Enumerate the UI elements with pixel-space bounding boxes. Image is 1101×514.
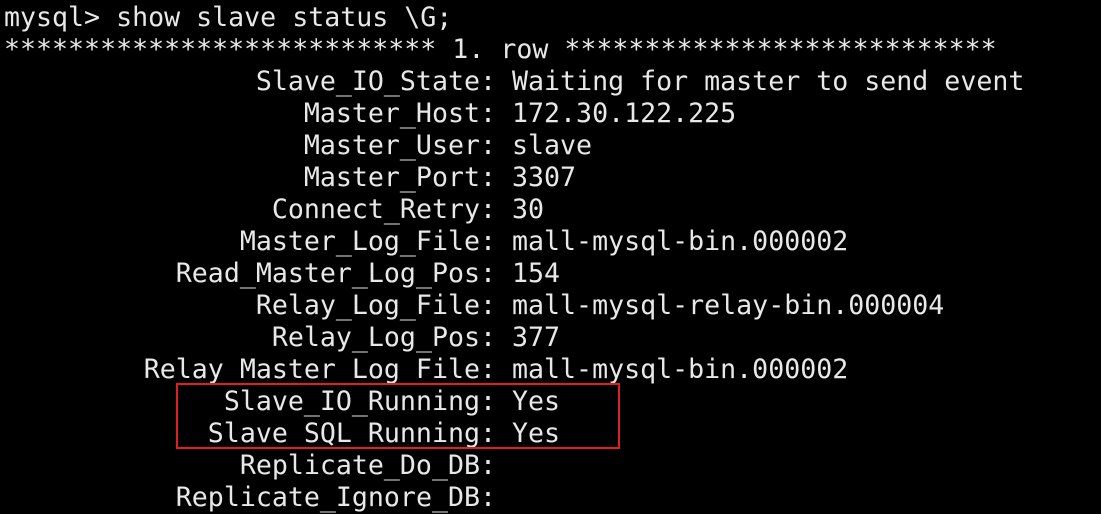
- field-key: Replicate_Ignore_DB:: [175, 482, 496, 513]
- field-value: slave: [512, 130, 593, 161]
- field-value: 3307: [512, 162, 577, 193]
- field-value: Waiting for master to send event: [512, 66, 1025, 97]
- row-header-line: *************************** 1. row *****…: [4, 34, 997, 65]
- field-value: 172.30.122.225: [512, 98, 737, 129]
- field-value: mall-mysql-bin.000002: [512, 226, 849, 257]
- field-value: 30: [512, 194, 545, 225]
- field-row-master-port: Master_Port: 3307: [4, 162, 576, 194]
- field-key: Master_Log_File:: [239, 226, 496, 257]
- field-row-replicate-ignore-db: Replicate_Ignore_DB:: [4, 482, 512, 514]
- field-row-master-log-file: Master_Log_File: mall-mysql-bin.000002: [4, 226, 848, 258]
- field-value: 377: [512, 322, 561, 353]
- running-status-highlight-box: [176, 383, 620, 449]
- terminal-window[interactable]: mysql> show slave status \G; ***********…: [0, 0, 1101, 514]
- field-key: Relay_Master_Log_File:: [143, 354, 496, 385]
- field-key: Relay_Log_Pos:: [271, 322, 496, 353]
- field-key: Read_Master_Log_Pos:: [175, 258, 496, 289]
- field-row-read-master-log-pos: Read_Master_Log_Pos: 154: [4, 258, 560, 290]
- field-key: Relay_Log_File:: [255, 290, 496, 321]
- field-row-connect-retry: Connect_Retry: 30: [4, 194, 544, 226]
- command-prompt-line: mysql> show slave status \G;: [4, 2, 453, 33]
- field-value: mall-mysql-bin.000002: [512, 354, 849, 385]
- field-row-slave-io-state: Slave_IO_State: Waiting for master to se…: [4, 66, 1025, 98]
- field-value: 154: [512, 258, 561, 289]
- field-key: Connect_Retry:: [271, 194, 496, 225]
- field-key: Master_Port:: [303, 162, 496, 193]
- field-row-replicate-do-db: Replicate_Do_DB:: [4, 450, 512, 482]
- field-value: mall-mysql-relay-bin.000004: [512, 290, 945, 321]
- field-key: Replicate_Do_DB:: [239, 450, 496, 481]
- field-key: Slave_IO_State:: [255, 66, 496, 97]
- field-key: Master_Host:: [303, 98, 496, 129]
- field-row-relay-master-log-file: Relay_Master_Log_File: mall-mysql-bin.00…: [4, 354, 849, 386]
- field-row-relay-log-pos: Relay_Log_Pos: 377: [4, 322, 560, 354]
- field-row-relay-log-file: Relay_Log_File: mall-mysql-relay-bin.000…: [4, 290, 944, 322]
- field-key: Master_User:: [303, 130, 496, 161]
- field-row-master-user: Master_User: slave: [4, 130, 592, 162]
- field-row-master-host: Master_Host: 172.30.122.225: [4, 98, 736, 130]
